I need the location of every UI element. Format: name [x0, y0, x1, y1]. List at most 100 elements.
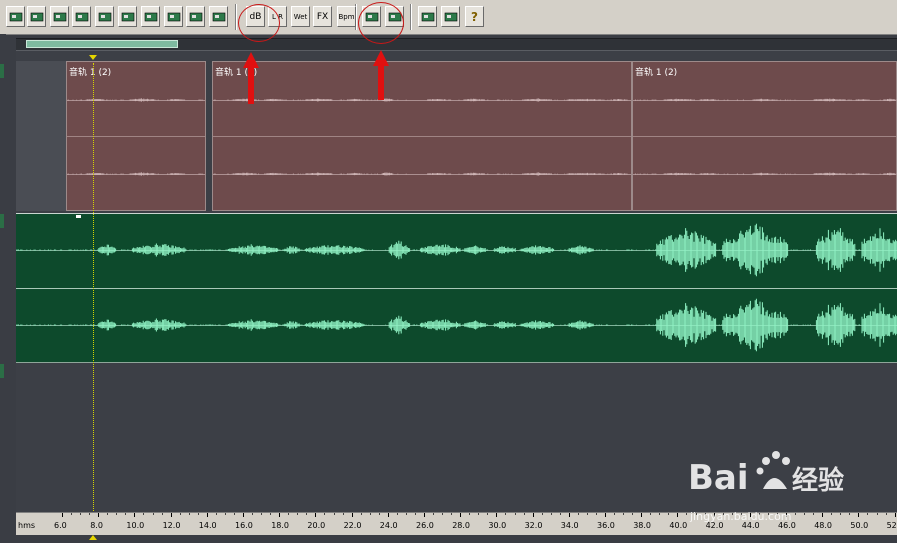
- ruler-minor-tick: [433, 513, 435, 515]
- level-button[interactable]: [186, 6, 205, 27]
- ruler-minor-tick: [469, 513, 471, 515]
- ruler-tick: [243, 513, 244, 517]
- ruler-minor-tick: [215, 513, 217, 515]
- ruler-minor-tick: [179, 513, 181, 515]
- ruler-tick: [315, 513, 317, 517]
- playhead-marker-bottom[interactable]: [89, 535, 97, 540]
- align-button[interactable]: [95, 6, 114, 27]
- align-icon: [98, 10, 112, 24]
- ruler-minor-tick: [487, 513, 489, 515]
- ruler-minor-tick: [867, 513, 869, 515]
- clip-waveform: [634, 98, 897, 176]
- wrench-icon: [30, 10, 44, 24]
- ruler-tick: [424, 513, 425, 517]
- ruler-minor-tick: [668, 513, 670, 515]
- loop-icon: [144, 10, 158, 24]
- ruler-tick-label: 52.0: [886, 521, 897, 530]
- download-button[interactable]: [209, 6, 228, 27]
- ruler-tick: [279, 513, 281, 517]
- playhead-marker-top[interactable]: [89, 55, 97, 60]
- green-waveform: [16, 223, 897, 352]
- loop-button[interactable]: [141, 6, 160, 27]
- ruler-minor-tick: [324, 513, 326, 515]
- ruler-tick: [460, 513, 462, 517]
- ruler-minor-tick: [261, 513, 263, 515]
- annotation-arrow: [373, 50, 389, 100]
- baidu-logo-watermark: Bai 经验: [688, 451, 844, 498]
- ruler-tick: [62, 513, 63, 517]
- ruler-unit-label: hms: [18, 521, 36, 530]
- help-icon: ?: [471, 9, 478, 24]
- annotation-circle: [238, 4, 280, 42]
- bpm-envelope-button[interactable]: Bpm: [337, 6, 356, 27]
- ruler-tick: [351, 513, 353, 517]
- ruler-tick-label: 36.0: [597, 521, 615, 530]
- ruler-minor-tick: [523, 513, 525, 515]
- ruler-tick-label: 34.0: [560, 521, 579, 530]
- settings-button[interactable]: [418, 6, 437, 27]
- clip-lock-button[interactable]: [72, 6, 91, 27]
- snap-button[interactable]: [118, 6, 137, 27]
- ruler-tick: [677, 513, 679, 517]
- clip-lock-icon: [75, 10, 89, 24]
- ruler-tick-label: 20.0: [307, 521, 326, 530]
- ruler-tick-label: 22.0: [343, 521, 362, 530]
- ruler-tick-label: 30.0: [488, 521, 507, 530]
- fx-envelope-icon: FX: [316, 11, 329, 22]
- help-button[interactable]: ?: [465, 6, 484, 27]
- ruler-minor-tick: [89, 513, 91, 515]
- left-strip: [0, 34, 6, 543]
- wrench-button[interactable]: [27, 6, 46, 27]
- cd-button[interactable]: [441, 6, 460, 27]
- overview-thumb[interactable]: [26, 40, 178, 48]
- ruler-tick-label: 38.0: [633, 521, 651, 530]
- ruler-minor-tick: [813, 513, 815, 515]
- ruler-minor-tick: [840, 513, 842, 515]
- ruler-minor-tick: [405, 513, 407, 515]
- ruler-tick-label: 18.0: [271, 521, 289, 530]
- waveform-path: [16, 223, 897, 352]
- ruler-minor-tick: [804, 513, 806, 515]
- ruler-minor-tick: [297, 513, 299, 515]
- track-lock-button[interactable]: [50, 6, 69, 27]
- mixdown-button[interactable]: [6, 6, 25, 27]
- ruler-minor-tick: [577, 513, 579, 515]
- overview-bar[interactable]: [16, 38, 897, 51]
- ruler-minor-tick: [849, 513, 851, 515]
- selected-audio-track[interactable]: [16, 213, 897, 363]
- zoom-sparkle-button[interactable]: [164, 6, 183, 27]
- level-icon: [189, 10, 203, 24]
- audio-clip[interactable]: 音轨 1 (2): [66, 61, 206, 211]
- playhead-cursor[interactable]: [93, 63, 94, 517]
- fx-envelope-button[interactable]: FX: [313, 6, 332, 27]
- ruler-minor-tick: [451, 513, 453, 515]
- ruler-tick-label: 16.0: [235, 521, 253, 530]
- ruler-minor-tick: [586, 513, 588, 515]
- ruler-minor-tick: [885, 513, 887, 515]
- ruler-tick-label: 24.0: [379, 521, 398, 530]
- zoom-sparkle-icon: [167, 10, 181, 24]
- ruler-minor-tick: [659, 513, 661, 515]
- ruler-tick: [206, 513, 208, 517]
- waveform-path: [67, 98, 204, 176]
- ruler-tick: [496, 513, 498, 517]
- ruler-minor-tick: [369, 513, 371, 515]
- ruler-minor-tick: [107, 513, 109, 515]
- ruler-minor-tick: [550, 513, 552, 515]
- svg-text:经验: 经验: [792, 465, 844, 496]
- audio-clip[interactable]: 音轨 1 (2): [632, 61, 897, 211]
- ruler-minor-tick: [505, 513, 507, 515]
- wet-envelope-button[interactable]: Wet: [291, 6, 310, 27]
- ruler-minor-tick: [478, 513, 480, 515]
- ruler-minor-tick: [224, 513, 226, 515]
- audio-clip[interactable]: 音轨 1 (2): [212, 61, 632, 211]
- ruler-tick: [387, 513, 389, 517]
- download-icon: [212, 10, 226, 24]
- ruler-minor-tick: [541, 513, 543, 515]
- ruler-minor-tick: [152, 513, 154, 515]
- ruler-minor-tick: [143, 513, 145, 515]
- ruler-tick: [822, 513, 824, 517]
- ruler-minor-tick: [378, 513, 380, 515]
- track-marker: [0, 214, 4, 228]
- ruler-minor-tick: [233, 513, 235, 515]
